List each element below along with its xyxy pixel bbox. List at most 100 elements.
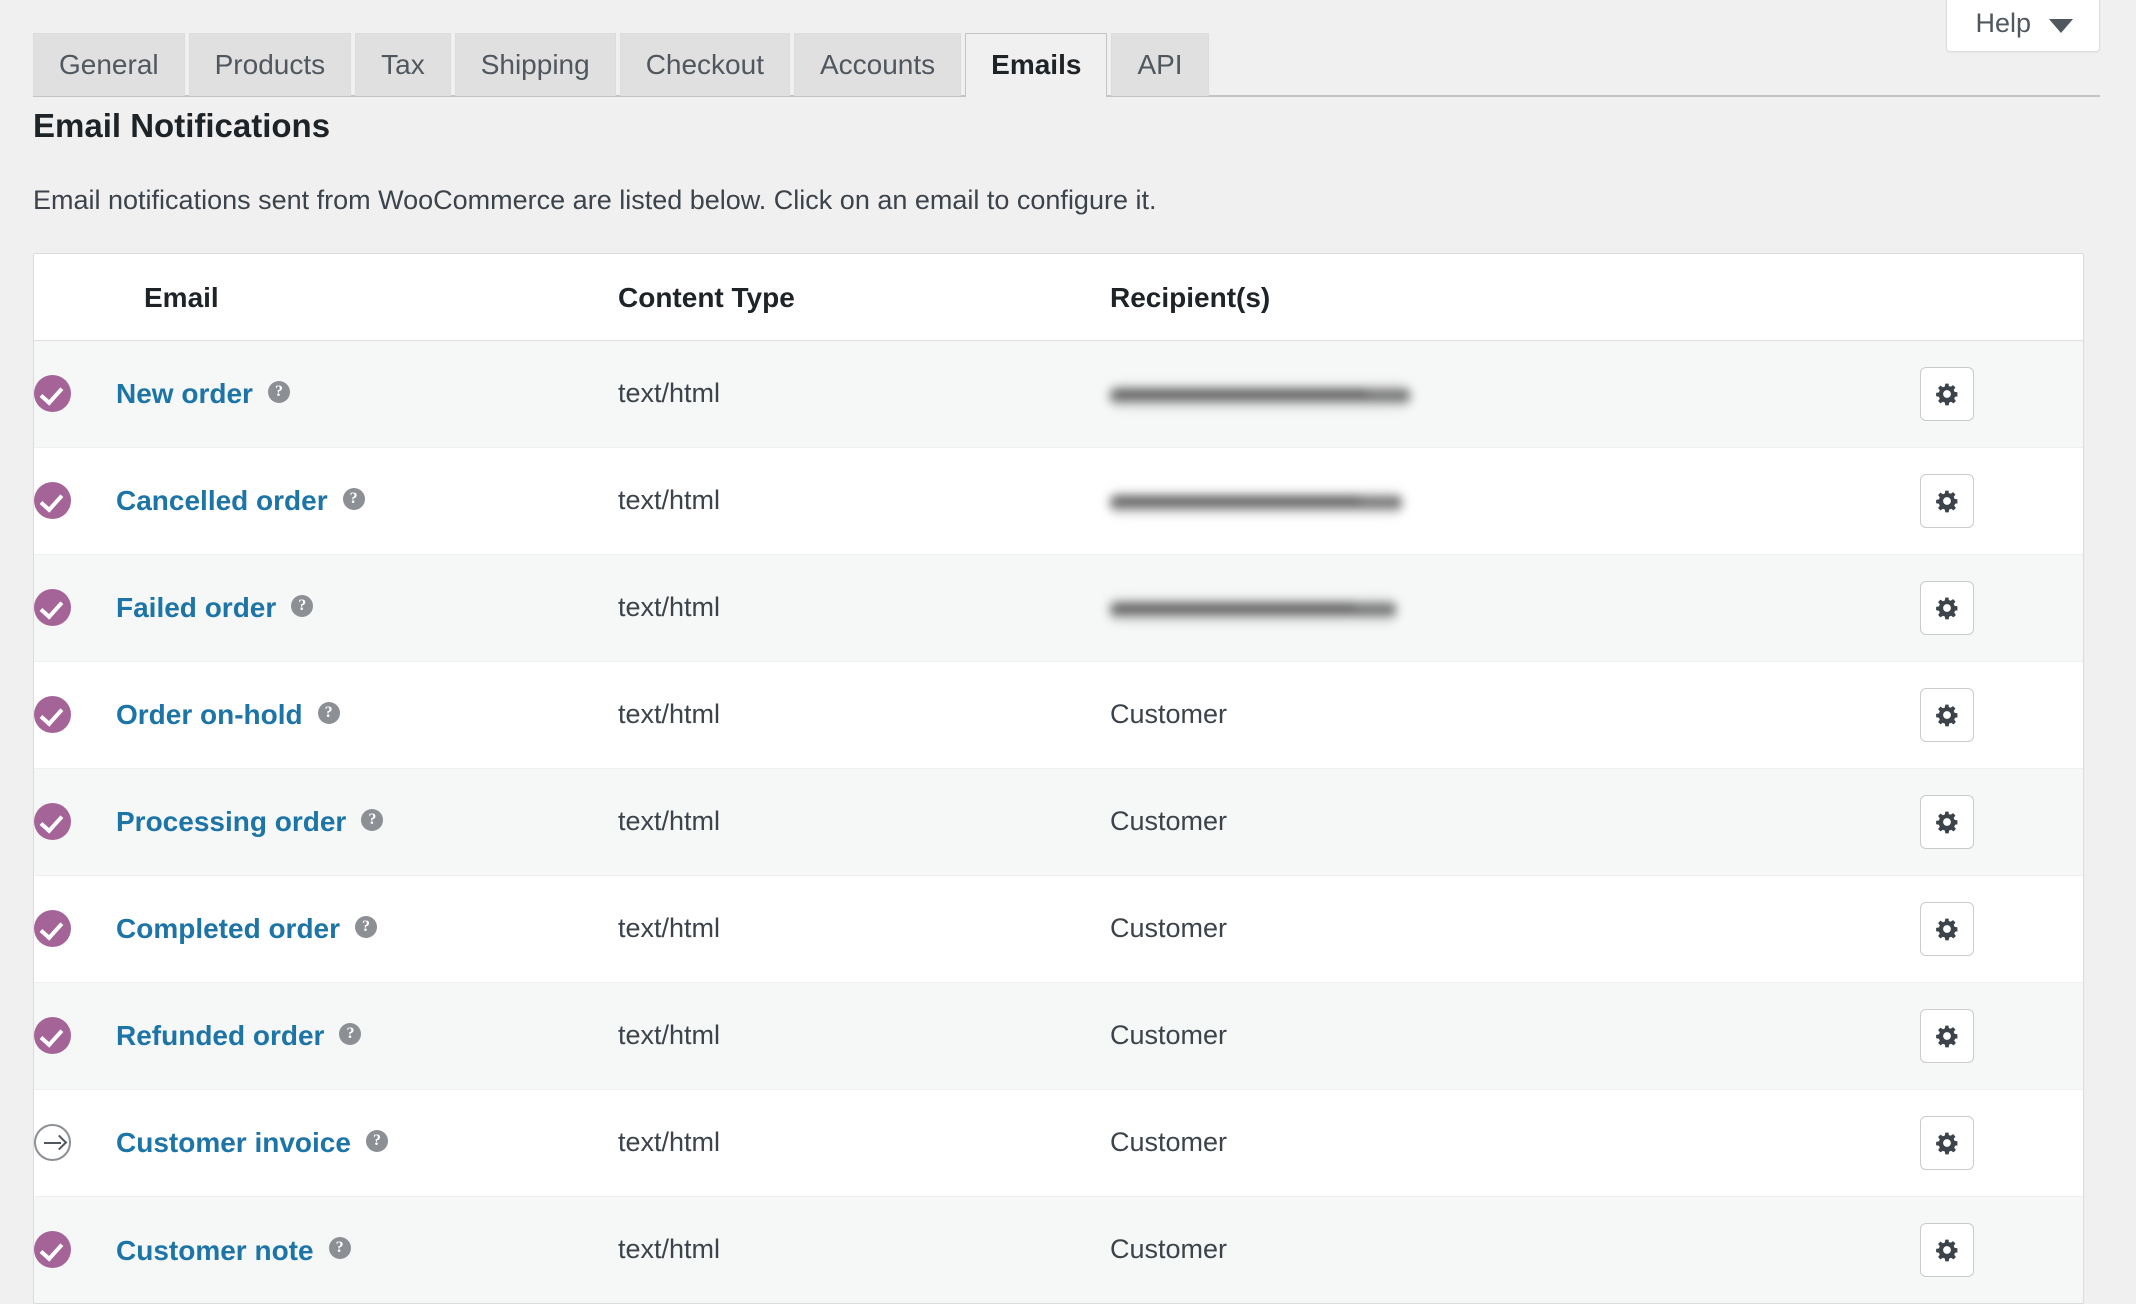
check-circle-icon[interactable] (34, 803, 71, 841)
email-notifications-table: Email Content Type Recipient(s) New orde… (34, 253, 2083, 1304)
column-header-recipients: Recipient(s) (1110, 253, 1920, 341)
table-row: Customer note? text/html Customer (34, 1195, 2083, 1304)
email-status-cell (34, 981, 116, 1090)
help-tip-icon[interactable]: ? (355, 916, 378, 939)
help-tip-icon[interactable]: ? (328, 1237, 351, 1260)
gear-icon-button[interactable] (1920, 1222, 1974, 1277)
email-link[interactable]: Customer invoice (116, 1127, 351, 1158)
recipients-cell: Customer (1110, 767, 1920, 876)
column-header-status (34, 253, 116, 341)
email-actions-cell (1920, 1195, 2083, 1304)
gear-icon-button[interactable] (1920, 580, 1974, 635)
email-actions-cell (1920, 553, 2083, 662)
recipients-cell (1110, 553, 1920, 662)
email-name-cell: Processing order? (116, 767, 618, 876)
email-link[interactable]: Processing order (116, 806, 346, 837)
recipients-cell: Customer (1110, 1195, 1920, 1304)
content-type-cell: text/html (618, 874, 1110, 983)
email-name-cell: Customer invoice? (116, 1088, 618, 1197)
redacted-recipient (1110, 487, 1402, 518)
tab-products[interactable]: Products (188, 33, 352, 96)
help-tip-icon[interactable]: ? (339, 1023, 362, 1046)
column-header-email: Email (116, 253, 618, 341)
content-type-cell: text/html (618, 553, 1110, 662)
column-header-actions (1920, 253, 2083, 341)
email-actions-cell (1920, 874, 2083, 983)
table-row: Failed order? text/html (34, 553, 2083, 662)
email-actions-cell (1920, 767, 2083, 876)
help-tip-icon[interactable]: ? (365, 1130, 388, 1153)
gear-icon-button[interactable] (1920, 473, 1974, 528)
email-name-cell: Failed order? (116, 553, 618, 662)
email-name-cell: Cancelled order? (116, 446, 618, 555)
column-header-content-type: Content Type (618, 253, 1110, 341)
email-status-cell (34, 340, 116, 447)
gear-icon-button[interactable] (1920, 901, 1974, 956)
content-type-cell: text/html (618, 378, 721, 409)
email-status-cell (34, 874, 116, 983)
email-link[interactable]: Refunded order (116, 1020, 324, 1051)
help-tip-icon[interactable]: ? (361, 809, 384, 832)
gear-icon-button[interactable] (1920, 1115, 1974, 1170)
table-header-row: Email Content Type Recipient(s) (34, 253, 2083, 341)
recipients-cell: Customer (1110, 660, 1920, 769)
content-type-cell: text/html (618, 1195, 1110, 1304)
email-status-cell (34, 1195, 116, 1304)
email-link[interactable]: Cancelled order (116, 485, 328, 516)
table-row: Order on-hold? text/html Customer (34, 660, 2083, 769)
check-circle-icon[interactable] (34, 910, 71, 948)
email-link[interactable]: Order on-hold (116, 699, 303, 730)
tab-shipping[interactable]: Shipping (454, 33, 616, 96)
table-row: New order? text/html (34, 340, 2083, 448)
tab-general[interactable]: General (33, 33, 185, 96)
help-tip-icon[interactable]: ? (291, 595, 314, 618)
table-row: Completed order? text/html Customer (34, 874, 2083, 983)
settings-tabs: General Products Tax Shipping Checkout Accoun… (33, 33, 2136, 98)
check-circle-icon[interactable] (34, 696, 71, 734)
email-actions-cell (1920, 446, 2083, 555)
email-link[interactable]: Completed order (116, 913, 340, 944)
check-circle-icon[interactable] (34, 482, 71, 520)
email-link[interactable]: Failed order (116, 592, 276, 623)
help-tip-icon[interactable]: ? (267, 381, 290, 404)
gear-icon-button[interactable] (1920, 1008, 1974, 1063)
email-name-cell: New order? (116, 340, 618, 447)
content-type-cell: text/html (618, 767, 1110, 876)
help-tip-icon[interactable]: ? (342, 488, 365, 511)
recipients-cell (1110, 340, 1920, 447)
check-circle-icon[interactable] (34, 1231, 71, 1269)
redacted-recipient (1110, 594, 1396, 625)
tab-emails[interactable]: Emails (965, 33, 1108, 98)
email-status-cell (34, 767, 116, 876)
table-row: Customer invoice? text/html Customer (34, 1088, 2083, 1197)
help-tip-icon[interactable]: ? (317, 702, 340, 725)
redacted-recipient (1110, 380, 1410, 411)
email-notifications-table-container: Email Content Type Recipient(s) New orde… (33, 252, 2084, 1304)
table-row: Processing order? text/html Customer (34, 767, 2083, 876)
content-type-cell: text/html (618, 446, 1110, 555)
check-circle-icon[interactable] (34, 1017, 71, 1055)
tab-accounts[interactable]: Accounts (793, 33, 962, 96)
email-link[interactable]: New order (116, 378, 253, 409)
chevron-down-icon (2049, 18, 2073, 33)
email-actions-cell (1920, 981, 2083, 1090)
tab-tax[interactable]: Tax (355, 33, 451, 96)
email-status-cell (34, 446, 116, 555)
email-status-cell (34, 553, 116, 662)
content-type-cell: text/html (618, 1088, 1110, 1197)
gear-icon-button[interactable] (1920, 794, 1974, 849)
email-actions-cell (1920, 340, 2083, 447)
content-type-cell: text/html (618, 981, 1110, 1090)
help-button[interactable]: Help (1946, 0, 2100, 52)
gear-icon-button[interactable] (1920, 366, 1974, 421)
check-circle-icon[interactable] (34, 589, 71, 627)
content-type-cell: text/html (618, 660, 1110, 769)
arrow-circle-icon[interactable] (34, 1124, 71, 1162)
tab-api[interactable]: API (1111, 33, 1209, 96)
check-circle-icon[interactable] (34, 375, 71, 413)
table-body: New order? text/html Cancelled order? text/… (34, 340, 2083, 1304)
tab-checkout[interactable]: Checkout (619, 33, 790, 96)
page-title: Email Notifications (33, 107, 331, 144)
gear-icon-button[interactable] (1920, 687, 1974, 742)
email-link[interactable]: Customer note (116, 1234, 314, 1265)
